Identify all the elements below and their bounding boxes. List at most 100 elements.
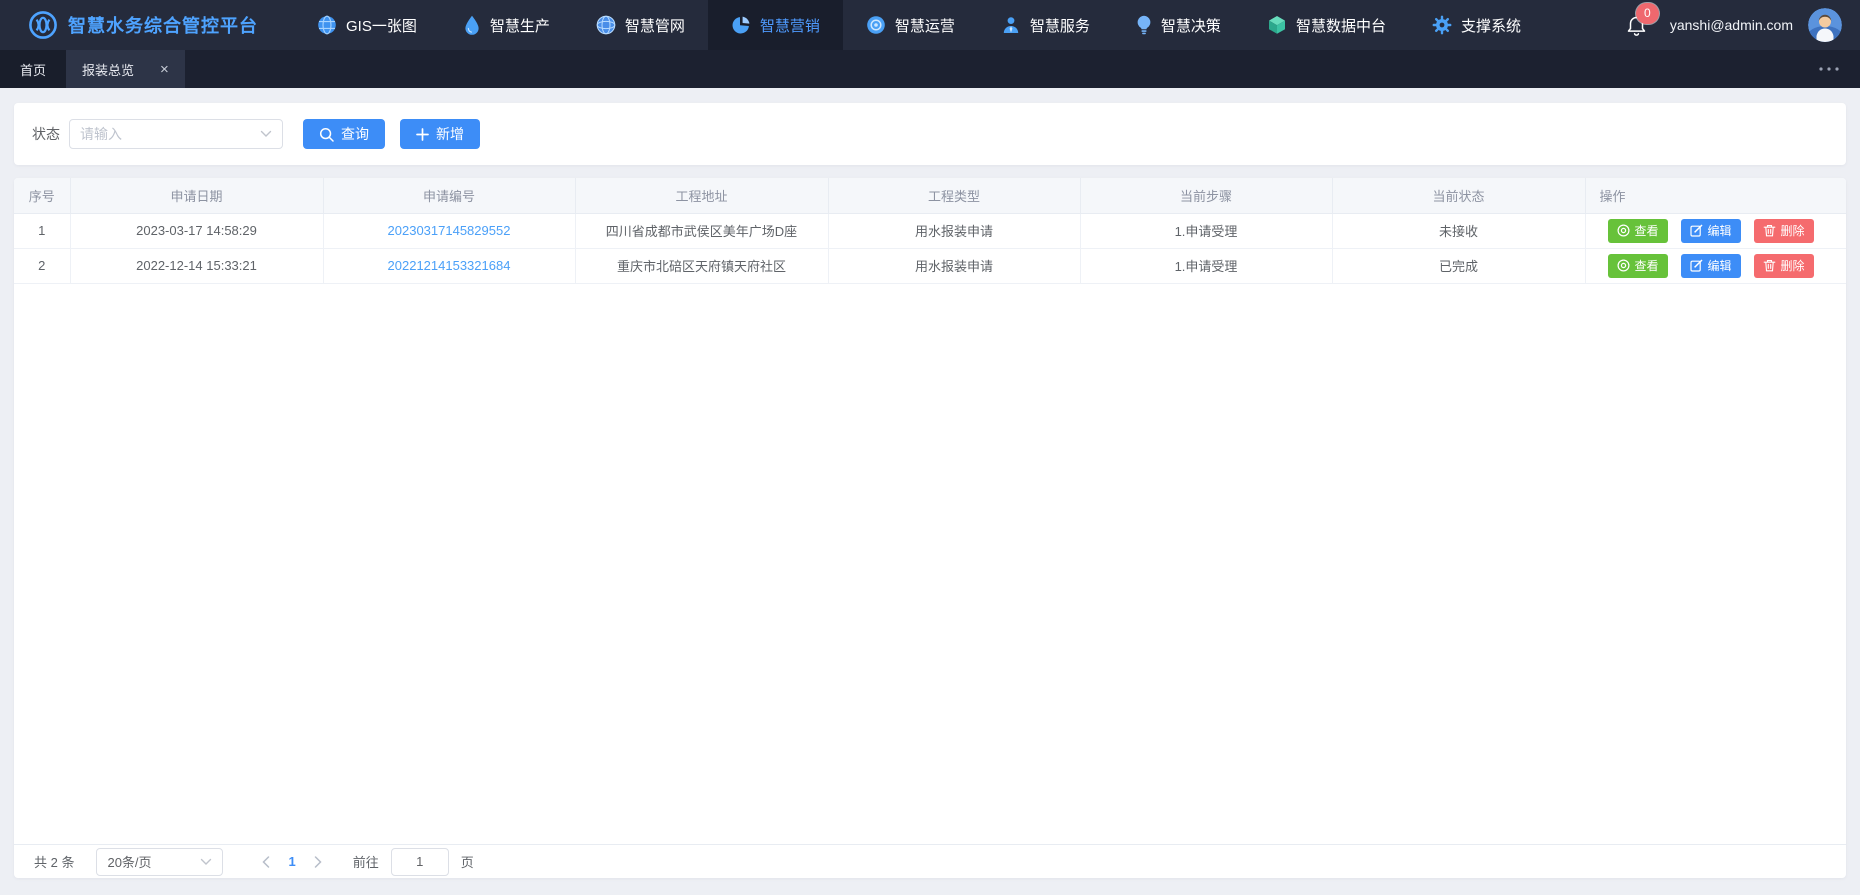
column-header: 工程类型	[828, 178, 1080, 213]
nav-item-smart-decision[interactable]: 智慧决策	[1113, 0, 1244, 50]
column-header: 当前步骤	[1080, 178, 1332, 213]
total-count: 共 2 条	[34, 852, 74, 871]
goto-label: 前往	[353, 852, 379, 871]
nav-item-label: 智慧生产	[490, 15, 550, 36]
tab-install-overview[interactable]: 报装总览 ×	[66, 50, 185, 88]
edit-icon	[1690, 224, 1703, 237]
edit-button-label: 编辑	[1708, 222, 1732, 239]
search-button[interactable]: 查询	[303, 119, 385, 149]
apply-no-link[interactable]: 20221214153321684	[388, 258, 511, 273]
add-button-label: 新增	[436, 124, 464, 144]
prev-page-button[interactable]	[249, 856, 283, 868]
tab-list: 首页 报装总览 ×	[0, 50, 185, 88]
next-page-button[interactable]	[301, 856, 335, 868]
nav-item-label: GIS一张图	[346, 15, 417, 36]
notification-badge: 0	[1636, 3, 1659, 24]
page-unit-label: 页	[461, 852, 474, 871]
chevron-down-icon	[200, 858, 212, 866]
gear-icon	[1432, 15, 1452, 35]
network-globe-icon	[596, 15, 616, 35]
nav-item-smart-production[interactable]: 智慧生产	[440, 0, 573, 50]
table-row: 22022-12-14 15:33:2120221214153321684重庆市…	[14, 248, 1846, 283]
column-header: 当前状态	[1332, 178, 1585, 213]
nav-item-smart-marketing[interactable]: 智慧营销	[708, 0, 843, 50]
edit-icon	[1690, 259, 1703, 272]
operation-ring-icon	[866, 15, 886, 35]
app-logo-icon	[28, 10, 58, 40]
status-cell: 已完成	[1332, 248, 1585, 283]
edit-button[interactable]: 编辑	[1681, 254, 1741, 278]
notification-bell-icon[interactable]: 0	[1626, 14, 1647, 37]
apply-no-link[interactable]: 20230317145829552	[388, 223, 511, 238]
table-wrap: 序号申请日期申请编号工程地址工程类型当前步骤当前状态操作 12023-03-17…	[14, 178, 1846, 844]
eye-icon	[1617, 224, 1630, 237]
tab-overflow-button[interactable]	[1818, 66, 1840, 72]
table-header-row: 序号申请日期申请编号工程地址工程类型当前步骤当前状态操作	[14, 178, 1846, 213]
apply-date-cell: 2023-03-17 14:58:29	[70, 213, 323, 248]
table-card: 序号申请日期申请编号工程地址工程类型当前步骤当前状态操作 12023-03-17…	[14, 178, 1846, 878]
view-button-label: 查看	[1635, 222, 1659, 239]
chevron-right-icon	[314, 856, 322, 868]
chevron-down-icon	[260, 130, 272, 138]
nav-item-smart-pipe-network[interactable]: 智慧管网	[573, 0, 708, 50]
view-button[interactable]: 查看	[1608, 254, 1668, 278]
actions-cell: 查看 编辑 删除	[1585, 248, 1846, 283]
nav-item-label: 智慧服务	[1030, 15, 1090, 36]
view-button[interactable]: 查看	[1608, 219, 1668, 243]
page-content: 状态 请输入 查询 新增 序号申请日期申请编号工程地址工程类型当前步骤当前状态操…	[0, 88, 1860, 895]
nav-item-label: 智慧数据中台	[1296, 15, 1386, 36]
app-brand: 智慧水务综合管控平台	[0, 0, 294, 50]
trash-icon	[1763, 224, 1776, 237]
current-page[interactable]: 1	[283, 854, 300, 869]
table-row: 12023-03-17 14:58:29 20230317145829552 四川省…	[14, 213, 1846, 248]
goto-page-input[interactable]	[391, 848, 449, 876]
close-icon[interactable]: ×	[160, 62, 169, 77]
nav-menu: GIS一张图 智慧生产 智慧管网 智慧营销 智慧运营 智慧服务 智慧决策 智慧数据中台 支撑系统	[294, 0, 1544, 50]
top-nav: 智慧水务综合管控平台 GIS一张图 智慧生产 智慧管网 智慧营销 智慧运营 智慧服务 智慧决…	[0, 0, 1860, 50]
delete-button[interactable]: 删除	[1754, 219, 1814, 243]
user-avatar[interactable]	[1808, 8, 1842, 42]
nav-right: 0 yanshi@admin.com	[1626, 0, 1860, 50]
chevron-left-icon	[262, 856, 270, 868]
apply-date-cell: 2022-12-14 15:33:21	[70, 248, 323, 283]
tab-label: 报装总览	[82, 60, 134, 79]
row-index: 1	[14, 213, 70, 248]
column-header: 工程地址	[575, 178, 828, 213]
edit-button-label: 编辑	[1708, 257, 1732, 274]
edit-button[interactable]: 编辑	[1681, 219, 1741, 243]
column-header: 序号	[14, 178, 70, 213]
tab-label: 首页	[20, 60, 46, 79]
type-cell: 用水报装申请	[828, 213, 1080, 248]
address-cell: 四川省成都市武侯区美年广场D座	[575, 213, 828, 248]
nav-item-smart-operation[interactable]: 智慧运营	[843, 0, 978, 50]
row-index: 2	[14, 248, 70, 283]
ellipsis-icon	[1818, 66, 1840, 72]
search-button-label: 查询	[341, 124, 369, 144]
delete-button-label: 删除	[1781, 222, 1805, 239]
step-cell: 1.申请受理	[1080, 213, 1332, 248]
droplet-icon	[463, 15, 481, 35]
nav-item-smart-data-platform[interactable]: 智慧数据中台	[1244, 0, 1409, 50]
pie-chart-icon	[731, 15, 751, 35]
column-header: 申请编号	[323, 178, 575, 213]
nav-item-support-system[interactable]: 支撑系统	[1409, 0, 1544, 50]
nav-item-label: 智慧营销	[760, 15, 820, 36]
apply-no-cell: 20230317145829552	[323, 213, 575, 248]
delete-button[interactable]: 删除	[1754, 254, 1814, 278]
lightbulb-icon	[1136, 15, 1152, 35]
nav-item-label: 支撑系统	[1461, 15, 1521, 36]
status-label: 状态	[32, 124, 60, 144]
nav-item-label: 智慧决策	[1161, 15, 1221, 36]
pagination-bar: 共 2 条 20条/页 1 前往 页	[14, 844, 1846, 878]
apply-no-cell: 20221214153321684	[323, 248, 575, 283]
page-size-select[interactable]: 20条/页	[96, 848, 223, 876]
delete-button-label: 删除	[1781, 257, 1805, 274]
add-button[interactable]: 新增	[400, 119, 480, 149]
status-select[interactable]: 请输入	[69, 119, 283, 149]
nav-item-label: 智慧运营	[895, 15, 955, 36]
column-header: 申请日期	[70, 178, 323, 213]
nav-item-gis-map[interactable]: GIS一张图	[294, 0, 440, 50]
user-email[interactable]: yanshi@admin.com	[1670, 17, 1793, 33]
tab-home[interactable]: 首页	[0, 50, 66, 88]
nav-item-smart-service[interactable]: 智慧服务	[978, 0, 1113, 50]
